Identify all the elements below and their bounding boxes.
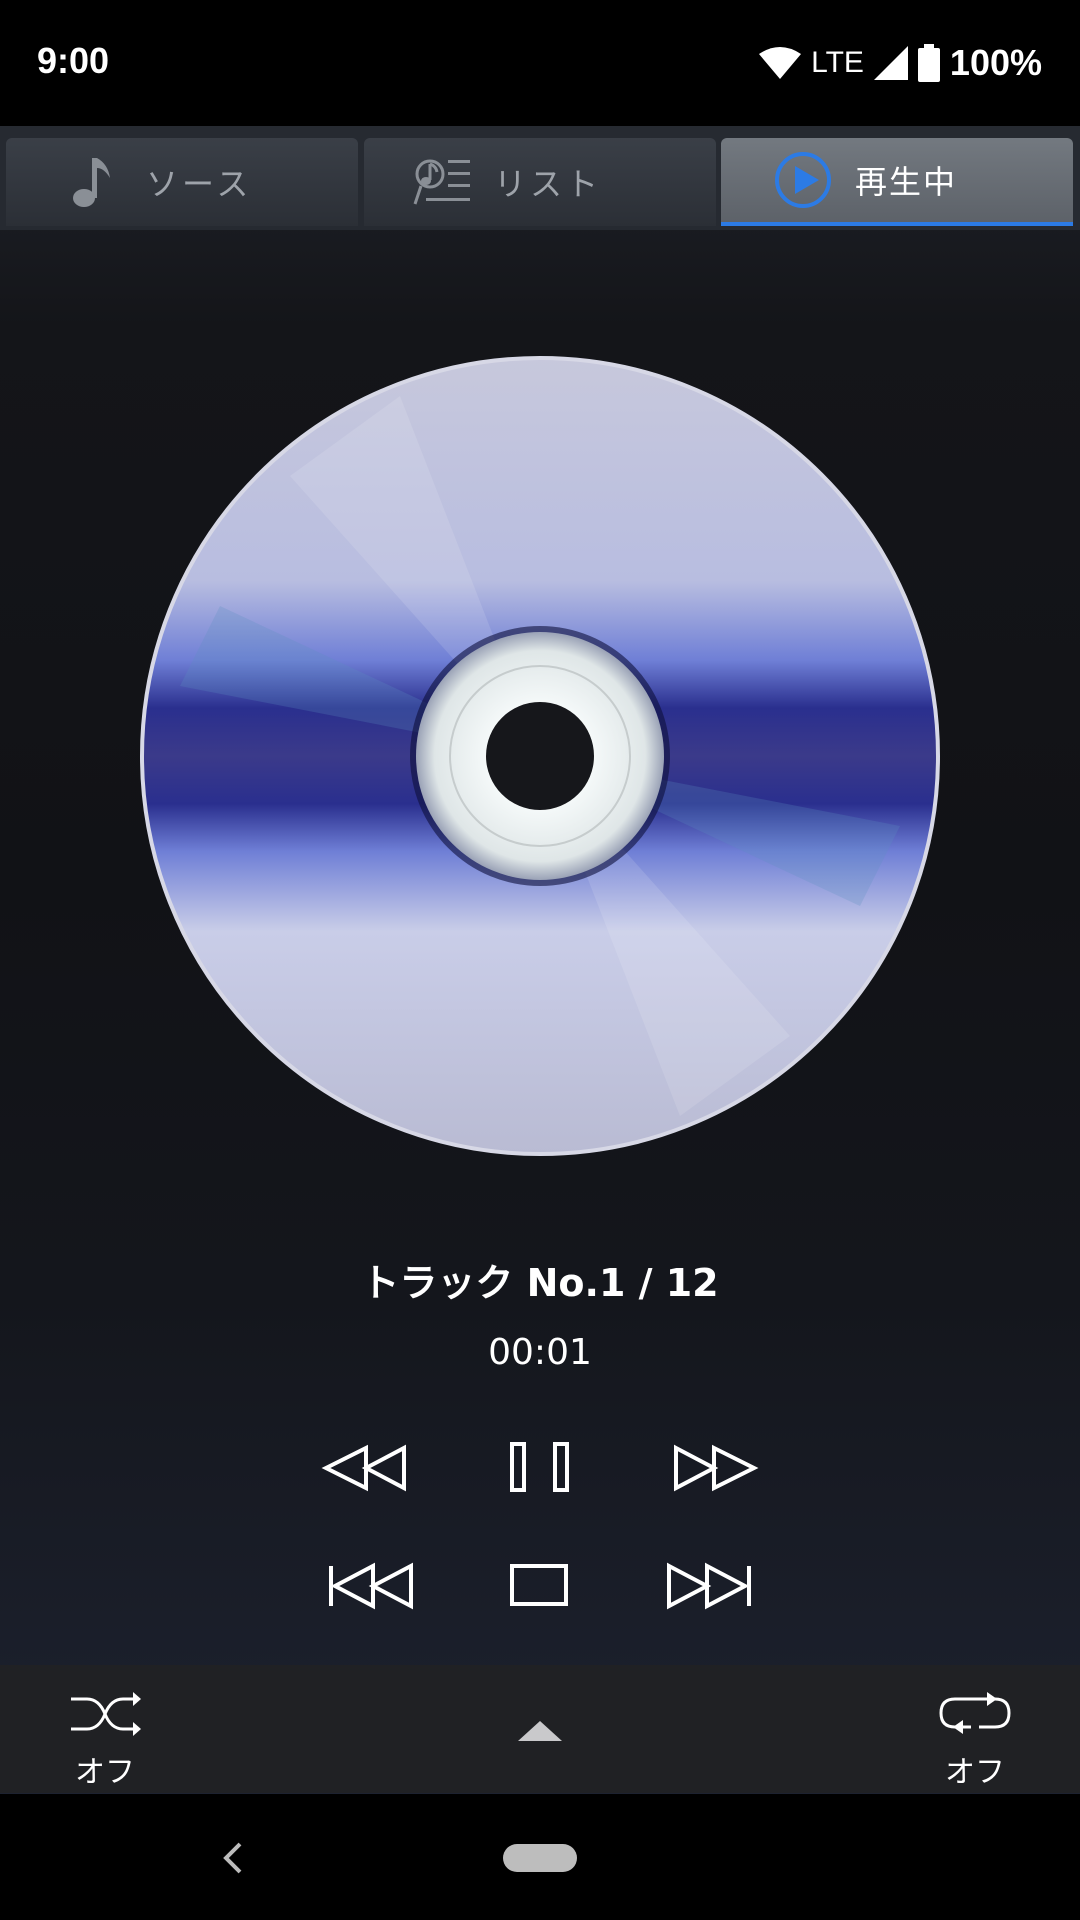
- tab-now-playing[interactable]: 再生中: [721, 138, 1073, 226]
- pause-button[interactable]: [485, 1428, 595, 1508]
- tab-now-playing-label: 再生中: [855, 163, 958, 201]
- repeat-button[interactable]: オフ: [930, 1689, 1020, 1791]
- status-bar: 9:00 LTE 100%: [0, 0, 1080, 126]
- next-track-button[interactable]: [655, 1546, 765, 1626]
- pause-icon: [510, 1442, 569, 1492]
- music-player: ソース リスト 再生中 トラック No.1 / 12 00:01: [0, 126, 1080, 1794]
- shuffle-label: オフ: [75, 1755, 135, 1790]
- tab-bar: ソース リスト 再生中: [0, 126, 1080, 230]
- shuffle-icon: [71, 1692, 141, 1736]
- previous-track-icon: [329, 1562, 413, 1610]
- play-circle-icon: [775, 152, 831, 208]
- tab-source[interactable]: ソース: [6, 138, 358, 226]
- rewind-button[interactable]: [310, 1428, 420, 1508]
- status-icons: LTE 100%: [759, 38, 1042, 88]
- music-note-icon: [73, 158, 110, 207]
- network-type: LTE: [811, 46, 864, 79]
- expand-button[interactable]: [510, 1715, 570, 1749]
- back-icon[interactable]: [218, 1840, 248, 1876]
- stop-icon: [510, 1564, 568, 1606]
- status-time: 9:00: [37, 40, 110, 81]
- tab-list[interactable]: リスト: [364, 138, 716, 226]
- previous-track-button[interactable]: [315, 1546, 425, 1626]
- track-title: トラック No.1 / 12: [361, 1261, 719, 1305]
- repeat-label: オフ: [945, 1755, 1005, 1790]
- navigation-bar: [0, 1794, 1080, 1920]
- fast-forward-button[interactable]: [660, 1428, 770, 1508]
- wifi-icon: [759, 47, 802, 79]
- chevron-up-icon: [518, 1721, 562, 1741]
- rewind-icon: [321, 1444, 406, 1492]
- cell-signal-icon: [873, 46, 908, 80]
- tab-list-label: リスト: [494, 165, 603, 203]
- cd-disc-icon: [140, 356, 940, 1156]
- stop-button[interactable]: [485, 1546, 595, 1626]
- bottom-bar: オフ オフ: [0, 1665, 1080, 1793]
- shuffle-button[interactable]: オフ: [60, 1689, 150, 1791]
- playlist-icon: [413, 159, 470, 205]
- home-pill-icon[interactable]: [503, 1844, 577, 1872]
- tab-source-label: ソース: [146, 165, 253, 203]
- battery-icon: [917, 44, 940, 82]
- fast-forward-icon: [674, 1444, 759, 1492]
- next-track-icon: [667, 1562, 751, 1610]
- repeat-icon: [939, 1692, 1011, 1734]
- battery-percent: 100%: [949, 42, 1042, 83]
- elapsed-time: 00:01: [488, 1332, 592, 1373]
